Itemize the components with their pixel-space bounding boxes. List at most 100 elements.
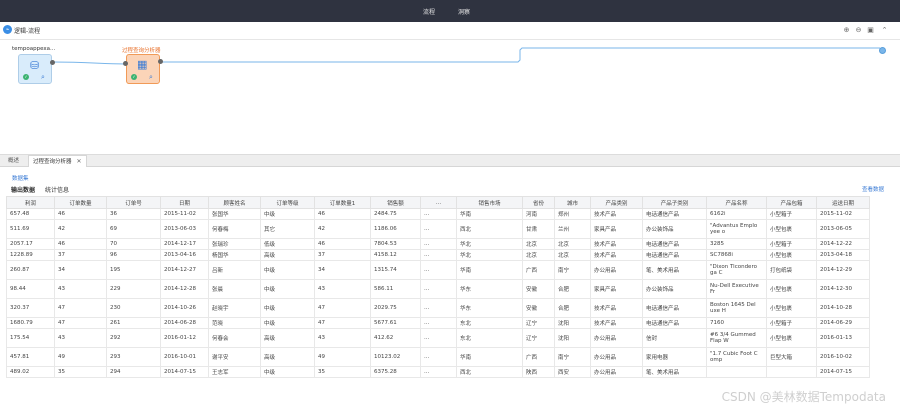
- table-cell: 37: [314, 249, 371, 261]
- table-cell: 办公装饰品: [642, 219, 707, 239]
- column-header[interactable]: 产品类别: [590, 196, 643, 209]
- table-row[interactable]: 320.37 47 230 2014-10-26 赵晓宇 中级 47 2029.75... 华东…: [6, 298, 870, 318]
- panel-tabs: 概述 过程查询分析器 ✕: [0, 155, 900, 167]
- table-cell: 打包纸袋: [766, 260, 817, 280]
- table-cell: ...: [420, 219, 457, 239]
- table-cell: 东北: [456, 328, 523, 348]
- table-row[interactable]: 657.48 46 36 2015-11-02 张国华 中级 46 2484.75... 华南河…: [6, 208, 870, 220]
- column-header[interactable]: 日期: [160, 196, 209, 209]
- table-cell: 47: [54, 298, 107, 318]
- table-cell: 586.11: [370, 279, 421, 299]
- table-cell: 甘肃: [522, 219, 555, 239]
- table-row[interactable]: 511.69 42 69 2013-06-03 何春梅 其它 42 1186.06... 西北甘…: [6, 219, 870, 239]
- column-header[interactable]: 城市: [554, 196, 591, 209]
- table-cell: 292: [106, 328, 161, 348]
- column-header[interactable]: 利润: [6, 196, 55, 209]
- table-cell: ...: [420, 279, 457, 299]
- search-icon[interactable]: ⌕: [149, 73, 153, 82]
- table-cell: Nu-Dell Executive Fr: [706, 279, 767, 299]
- table-cell: 6375.28: [370, 366, 421, 378]
- output-port[interactable]: [158, 59, 163, 64]
- output-end-dot[interactable]: [879, 47, 886, 54]
- edge-dataset-to-analyzer: [51, 61, 127, 65]
- table-cell: 49: [314, 347, 371, 367]
- table-cell: 合肥: [554, 279, 591, 299]
- table-cell: 294: [106, 366, 161, 378]
- table-cell: 2014-06-29: [816, 317, 870, 329]
- subtab-output-data[interactable]: 输出数据: [11, 185, 35, 194]
- column-header[interactable]: ...: [420, 196, 457, 209]
- table-row[interactable]: 1680.79 47 261 2014-06-28 范晓 中级 47 5677.61... 东北…: [6, 317, 870, 329]
- column-header[interactable]: 运送日期: [816, 196, 870, 209]
- tab-analyzer[interactable]: 过程查询分析器 ✕: [28, 155, 87, 167]
- table-cell: 杨国华: [208, 249, 261, 261]
- table-cell: 230: [106, 298, 161, 318]
- column-header[interactable]: 销售市场: [456, 196, 523, 209]
- column-header[interactable]: 订单号: [106, 196, 161, 209]
- table-row[interactable]: 2057.17 46 70 2014-12-17 张瑞珍 低级 46 7804.53... 华北…: [6, 238, 870, 250]
- table-cell: ...: [420, 347, 457, 367]
- table-row[interactable]: 260.87 34 195 2014-12-27 吕新 中级 34 1315.74... 华南广…: [6, 260, 870, 280]
- column-header[interactable]: 省份: [522, 196, 555, 209]
- table-cell: 中级: [260, 208, 315, 220]
- table-cell: 2016-01-13: [816, 328, 870, 348]
- column-header[interactable]: 产品名称: [706, 196, 767, 209]
- table-row[interactable]: 457.81 49 293 2016-10-01 谢平安 高级 49 10123.02... 华…: [6, 347, 870, 367]
- table-cell: 6162i: [706, 208, 767, 220]
- input-port[interactable]: [123, 61, 128, 66]
- edge-analyzer-to-output: [162, 47, 880, 63]
- column-header[interactable]: 顾客姓名: [208, 196, 261, 209]
- table-cell: 华南: [456, 260, 523, 280]
- table-cell: 电话通信产品: [642, 238, 707, 250]
- table-cell: 辽宁: [522, 328, 555, 348]
- table-cell: 沈阳: [554, 317, 591, 329]
- table-row[interactable]: 489.02 35 294 2014-07-15 王志军 中级 35 6375.28... 西北…: [6, 366, 870, 378]
- column-header[interactable]: 订单等级: [260, 196, 315, 209]
- tab-overview[interactable]: 概述: [4, 155, 23, 167]
- table-cell: 69: [106, 219, 161, 239]
- dataset-node[interactable]: ⛁ ✓ ⌕: [18, 54, 52, 84]
- table-cell: 2016-10-01: [160, 347, 209, 367]
- search-icon[interactable]: ⌕: [41, 73, 45, 82]
- table-cell: ...: [420, 328, 457, 348]
- status-ok-icon: ✓: [131, 74, 137, 80]
- subtab-statistics[interactable]: 统计信息: [45, 185, 69, 194]
- table-cell: 34: [54, 260, 107, 280]
- table-cell: #6 3/4 Gummed Flap W: [706, 328, 767, 348]
- table-row[interactable]: 1228.89 37 96 2013-04-16 杨国华 高级 37 4158.12... 华北…: [6, 249, 870, 261]
- table-cell: 中级: [260, 298, 315, 318]
- table-cell: 广西: [522, 260, 555, 280]
- column-header[interactable]: 订单数量: [54, 196, 107, 209]
- table-cell: 华南: [456, 208, 523, 220]
- table-cell: 2016-10-02: [816, 347, 870, 367]
- table-cell: 南宁: [554, 347, 591, 367]
- table-cell: 小型箱子: [766, 238, 817, 250]
- table-cell: 办公用品: [590, 260, 643, 280]
- table-cell: 1680.79: [6, 317, 55, 329]
- column-header[interactable]: 销售额: [370, 196, 421, 209]
- table-cell: 高级: [260, 328, 315, 348]
- table-cell: 4158.12: [370, 249, 421, 261]
- table-cell: 36: [106, 208, 161, 220]
- view-data-link[interactable]: 查看数据: [862, 185, 884, 193]
- output-port[interactable]: [50, 60, 55, 65]
- table-cell: 489.02: [6, 366, 55, 378]
- dataset-link[interactable]: 数据集: [12, 174, 29, 182]
- column-header[interactable]: 订单数量1: [314, 196, 371, 209]
- table-row[interactable]: 98.44 43 229 2014-12-28 张晨 中级 43 586.11... 华东 安徽合…: [6, 279, 870, 299]
- table-cell: 2014-06-28: [160, 317, 209, 329]
- analyzer-node[interactable]: ▦ ✓ ⌕: [126, 54, 160, 84]
- table-cell: 吕新: [208, 260, 261, 280]
- table-cell: 2014-12-22: [816, 238, 870, 250]
- table-cell: 293: [106, 347, 161, 367]
- table-cell: 华北: [456, 249, 523, 261]
- column-header[interactable]: 产品包箱: [766, 196, 817, 209]
- table-cell: ...: [420, 249, 457, 261]
- table-cell: 何春会: [208, 328, 261, 348]
- table-row[interactable]: 175.54 43 292 2016-01-12 何春会 高级 43 412.62... 东北辽…: [6, 328, 870, 348]
- table-cell: 电话通信产品: [642, 249, 707, 261]
- table-cell: 北京: [522, 238, 555, 250]
- table-cell: 2014-12-28: [160, 279, 209, 299]
- column-header[interactable]: 产品子类别: [642, 196, 707, 209]
- close-icon[interactable]: ✕: [77, 158, 82, 165]
